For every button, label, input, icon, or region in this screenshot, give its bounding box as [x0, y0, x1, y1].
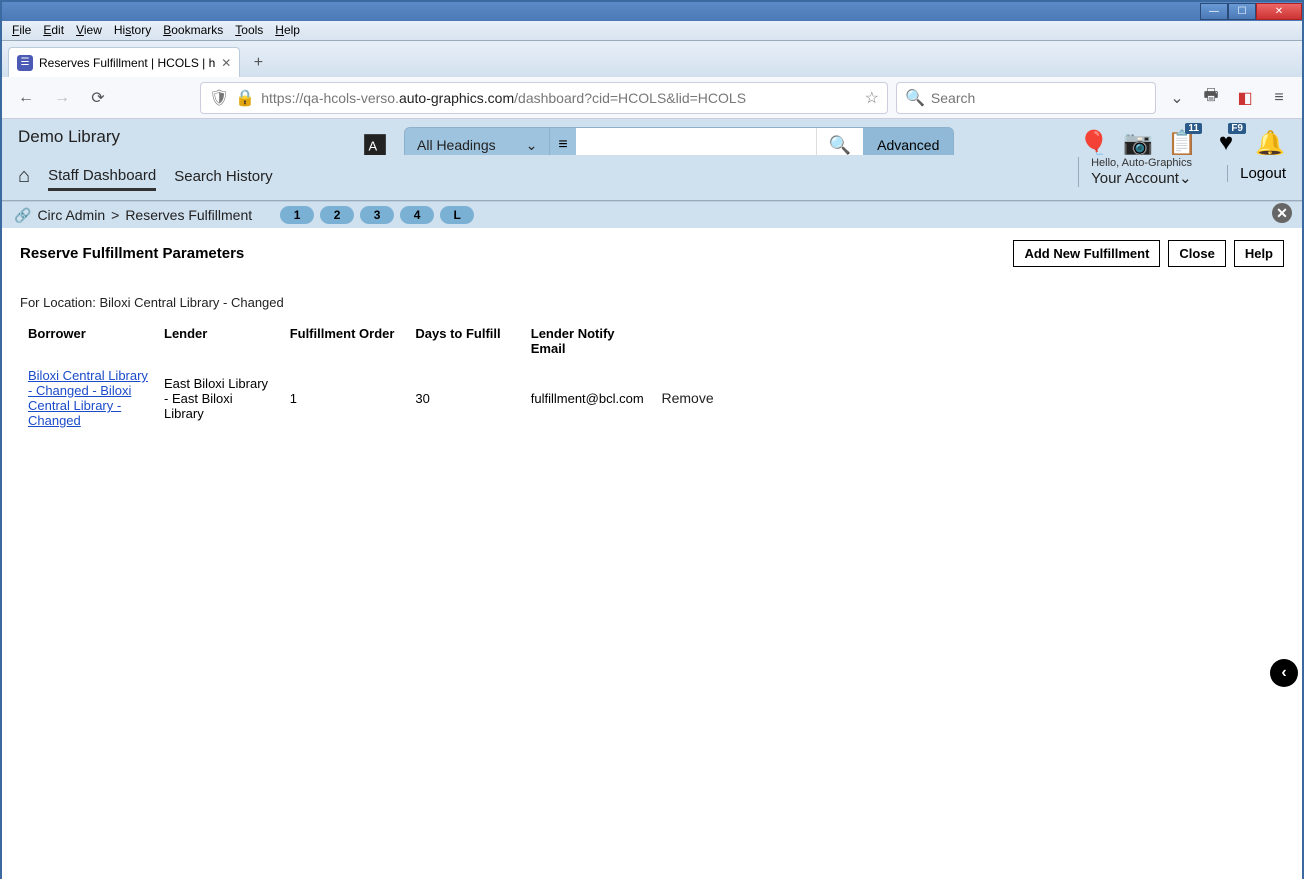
menu-history[interactable]: History: [108, 21, 157, 40]
new-tab-button[interactable]: +: [244, 49, 272, 77]
app-header: Demo Library A All Headings ⌄ ≡ 🔍 Advanc…: [2, 119, 1302, 155]
browser-menu-bar: File Edit View History Bookmarks Tools H…: [2, 21, 1302, 41]
breadcrumb-close-icon[interactable]: ✕: [1272, 203, 1292, 223]
tab-favicon-icon: ☰: [17, 55, 33, 71]
col-lender: Lender: [158, 322, 282, 360]
reload-button[interactable]: ⟳: [84, 84, 112, 112]
close-button[interactable]: Close: [1168, 240, 1225, 267]
chevron-down-icon: ⌄: [1179, 170, 1192, 187]
menu-view[interactable]: View: [70, 21, 108, 40]
borrower-link[interactable]: Biloxi Central Library - Changed - Bilox…: [28, 368, 148, 428]
breadcrumb: 🔗 Circ Admin > Reserves Fulfillment 1 2 …: [2, 201, 1302, 228]
chevron-down-icon: ⌄: [526, 137, 538, 154]
menu-file[interactable]: File: [6, 21, 37, 40]
account-block: Hello, Auto-Graphics Your Account⌄: [1078, 157, 1192, 187]
window-maximize-button[interactable]: ☐: [1228, 3, 1256, 20]
tab-title: Reserves Fulfillment | HCOLS | h: [39, 56, 215, 70]
print-icon[interactable]: 🖶: [1198, 85, 1224, 111]
location-line: For Location: Biloxi Central Library - C…: [20, 295, 1284, 310]
page-pill-4[interactable]: 4: [400, 206, 434, 224]
lender-cell: East Biloxi Library - East Biloxi Librar…: [158, 362, 282, 434]
col-borrower: Borrower: [22, 322, 156, 360]
app-body: Demo Library A All Headings ⌄ ≡ 🔍 Advanc…: [2, 119, 1302, 879]
breadcrumb-reserves[interactable]: Reserves Fulfillment: [125, 207, 252, 223]
nav-staff-dashboard[interactable]: Staff Dashboard: [48, 163, 156, 191]
window-close-button[interactable]: ✕: [1256, 3, 1302, 20]
window-titlebar: — ☐ ✕: [2, 2, 1302, 21]
greeting-text: Hello, Auto-Graphics: [1091, 157, 1192, 169]
lock-icon[interactable]: 🔒: [235, 88, 255, 108]
search-icon: 🔍: [829, 135, 851, 156]
browser-search-input[interactable]: [931, 90, 1147, 106]
address-bar: ← → ⟳ 🛡 🔒 https://qa-hcols-verso.auto-gr…: [2, 77, 1302, 119]
page-title: Reserve Fulfillment Parameters: [20, 245, 244, 262]
days-cell: 30: [409, 362, 522, 434]
col-days: Days to Fulfill: [409, 322, 522, 360]
menu-edit[interactable]: Edit: [37, 21, 70, 40]
page-pill-last[interactable]: L: [440, 206, 474, 224]
page-pill-2[interactable]: 2: [320, 206, 354, 224]
email-cell: fulfillment@bcl.com: [525, 362, 654, 434]
page-pill-3[interactable]: 3: [360, 206, 394, 224]
filter-label: All Headings: [417, 137, 496, 153]
back-button[interactable]: ←: [12, 84, 40, 112]
window-minimize-button[interactable]: —: [1200, 3, 1228, 20]
app-nav-row: ⌂ Staff Dashboard Search History Hello, …: [2, 155, 1302, 201]
table-row: Biloxi Central Library - Changed - Bilox…: [22, 362, 738, 434]
nav-search-history[interactable]: Search History: [174, 164, 272, 189]
tab-bar: ☰ Reserves Fulfillment | HCOLS | h ✕ +: [2, 41, 1302, 77]
browser-tab[interactable]: ☰ Reserves Fulfillment | HCOLS | h ✕: [8, 47, 240, 77]
table-header-row: Borrower Lender Fulfillment Order Days t…: [22, 322, 738, 360]
library-name: Demo Library: [18, 127, 120, 147]
breadcrumb-circ-admin[interactable]: Circ Admin: [37, 207, 105, 223]
url-box[interactable]: 🛡 🔒 https://qa-hcols-verso.auto-graphics…: [200, 82, 888, 114]
home-icon[interactable]: ⌂: [18, 161, 30, 192]
col-order: Fulfillment Order: [284, 322, 408, 360]
list-badge: 11: [1185, 123, 1202, 134]
page-pill-1[interactable]: 1: [280, 206, 314, 224]
col-email: Lender Notify Email: [525, 322, 654, 360]
fav-badge: F9: [1228, 123, 1246, 134]
browser-search-box[interactable]: 🔍: [896, 82, 1156, 114]
collapse-panel-icon[interactable]: ‹: [1270, 659, 1298, 687]
search-icon: 🔍: [905, 88, 925, 108]
remove-link[interactable]: Remove: [662, 390, 714, 406]
menu-help[interactable]: Help: [269, 21, 306, 40]
bookmark-star-icon[interactable]: ☆: [865, 88, 879, 108]
main-content: Reserve Fulfillment Parameters Add New F…: [2, 228, 1302, 448]
order-cell: 1: [284, 362, 408, 434]
extension-icon[interactable]: ◧: [1232, 85, 1258, 111]
forward-button[interactable]: →: [48, 84, 76, 112]
menu-tools[interactable]: Tools: [229, 21, 269, 40]
logout-link[interactable]: Logout: [1227, 165, 1286, 182]
account-dropdown[interactable]: Your Account⌄: [1091, 169, 1192, 187]
help-button[interactable]: Help: [1234, 240, 1284, 267]
pocket-icon[interactable]: ⌄: [1164, 85, 1190, 111]
shield-icon[interactable]: 🛡: [209, 88, 229, 108]
svg-text:A: A: [369, 138, 378, 153]
tab-close-icon[interactable]: ✕: [221, 56, 231, 70]
url-text: https://qa-hcols-verso.auto-graphics.com…: [261, 90, 858, 106]
hamburger-menu-icon[interactable]: ≡: [1266, 85, 1292, 111]
link-icon: 🔗: [14, 207, 31, 224]
fulfillment-table: Borrower Lender Fulfillment Order Days t…: [20, 320, 740, 436]
menu-bookmarks[interactable]: Bookmarks: [157, 21, 229, 40]
add-new-fulfillment-button[interactable]: Add New Fulfillment: [1013, 240, 1160, 267]
